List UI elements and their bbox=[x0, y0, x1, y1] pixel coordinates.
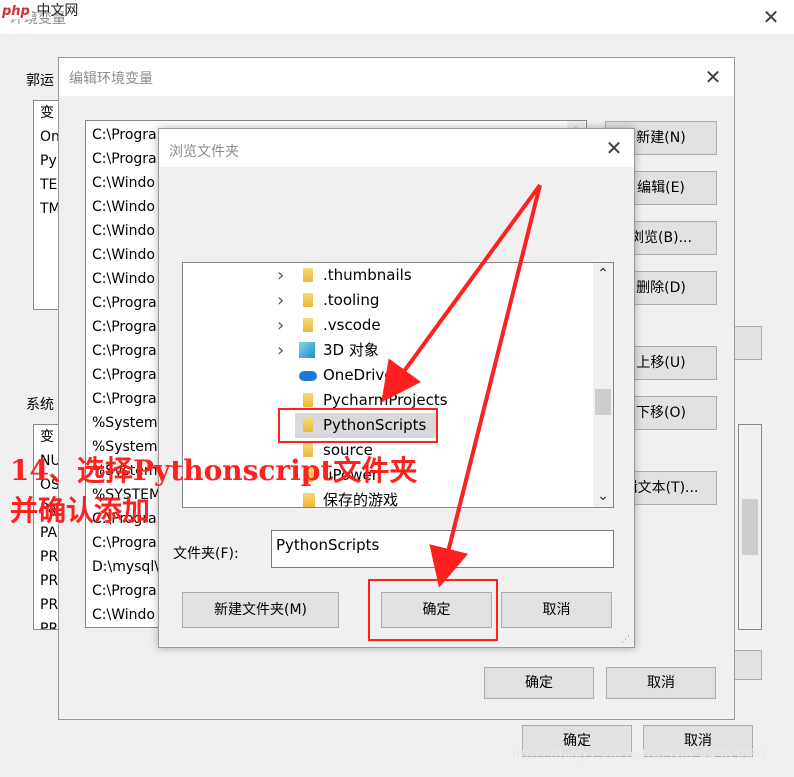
arrow-to-ok bbox=[429, 184, 542, 588]
arrow-to-folder bbox=[381, 183, 542, 403]
annotation-arrows bbox=[381, 183, 542, 588]
annotation-text-line2: 并确认添加 bbox=[10, 494, 151, 527]
annotation-text-line1: 14、选择Pythonscript文件夹 bbox=[10, 454, 418, 487]
